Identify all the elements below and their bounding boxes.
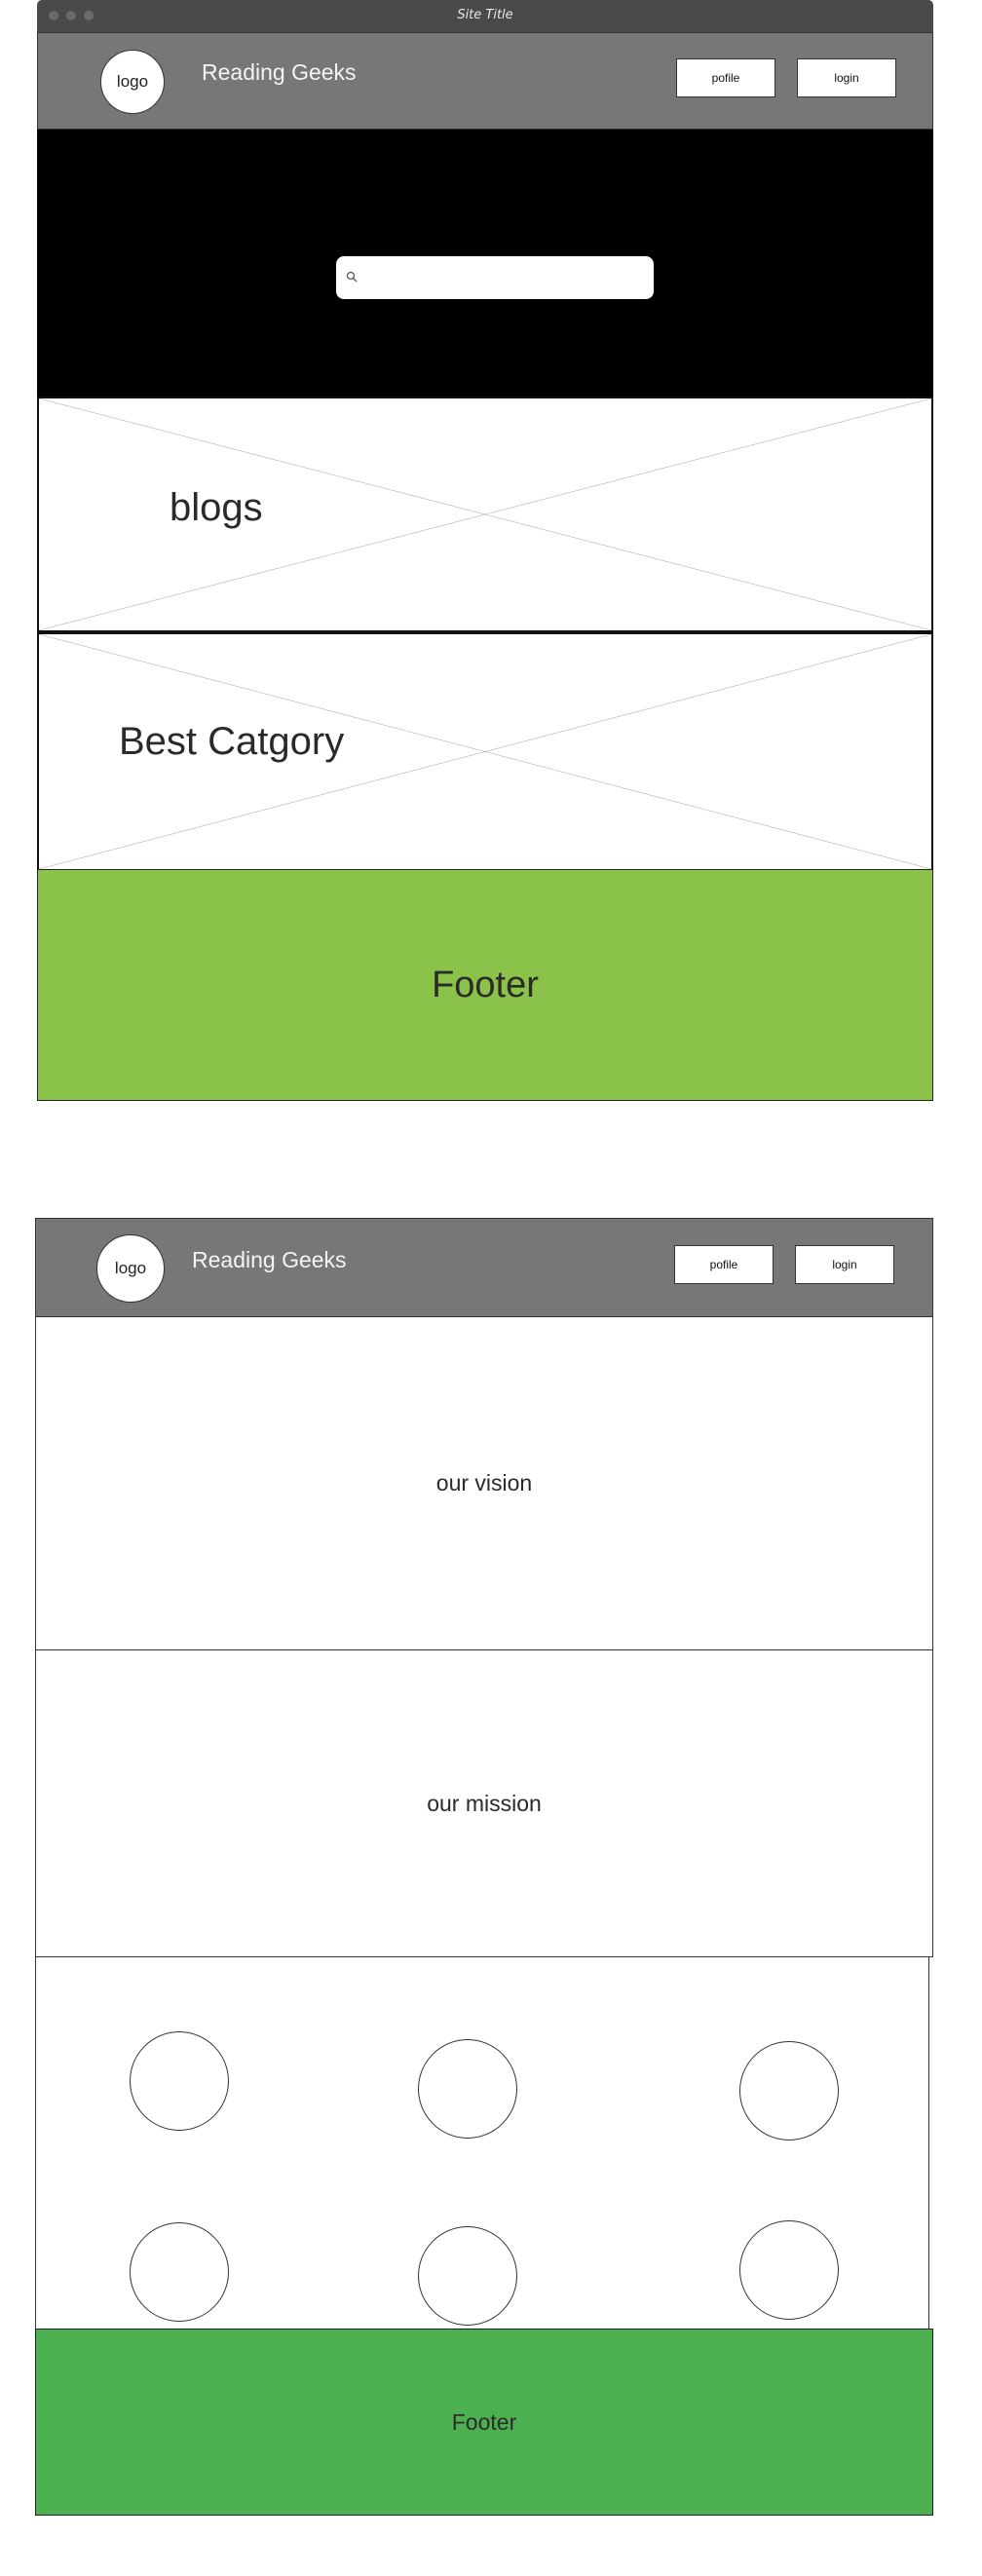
search-bar[interactable] xyxy=(336,256,654,299)
best-category-label: Best Catgory xyxy=(119,720,345,763)
logo[interactable]: logo xyxy=(96,1234,165,1303)
hero-banner xyxy=(37,130,933,397)
site-brand-name: Reading Geeks xyxy=(202,59,357,85)
login-button[interactable]: login xyxy=(795,1245,894,1284)
profile-button[interactable]: pofile xyxy=(674,1245,774,1284)
team-member-avatar[interactable] xyxy=(418,2226,517,2326)
mission-section: our mission xyxy=(35,1649,933,1957)
about-wireframe-window: logo Reading Geeks pofile login our visi… xyxy=(35,1218,933,2516)
team-member-avatar[interactable] xyxy=(130,2031,229,2131)
footer-label: Footer xyxy=(432,964,539,1005)
profile-button[interactable]: pofile xyxy=(676,58,775,97)
home-wireframe-window: Site Title logo Reading Geeks pofile log… xyxy=(37,0,933,1101)
search-icon xyxy=(346,271,358,283)
site-header: logo Reading Geeks pofile login xyxy=(37,32,933,130)
window-title: Site Title xyxy=(457,8,513,22)
search-input[interactable] xyxy=(363,264,641,291)
team-section xyxy=(35,1956,929,2338)
site-header: logo Reading Geeks pofile login xyxy=(35,1218,933,1317)
logo[interactable]: logo xyxy=(100,50,165,114)
best-category-image-placeholder[interactable]: Best Catgory xyxy=(37,632,933,871)
vision-label: our vision xyxy=(435,1470,533,1496)
window-title-bar: Site Title xyxy=(37,0,933,32)
blogs-image-placeholder[interactable]: blogs xyxy=(37,397,933,632)
mission-label: our mission xyxy=(427,1790,542,1816)
site-brand-name: Reading Geeks xyxy=(192,1247,347,1272)
team-member-avatar[interactable] xyxy=(739,2041,839,2140)
team-member-avatar[interactable] xyxy=(739,2220,839,2320)
blogs-label: blogs xyxy=(170,486,263,529)
team-member-avatar[interactable] xyxy=(418,2039,517,2139)
about-footer: Footer xyxy=(35,2329,933,2516)
team-member-avatar[interactable] xyxy=(130,2222,229,2322)
home-footer: Footer xyxy=(37,869,933,1101)
footer-label: Footer xyxy=(451,2408,517,2435)
vision-section: our vision xyxy=(35,1316,933,1650)
login-button[interactable]: login xyxy=(797,58,896,97)
